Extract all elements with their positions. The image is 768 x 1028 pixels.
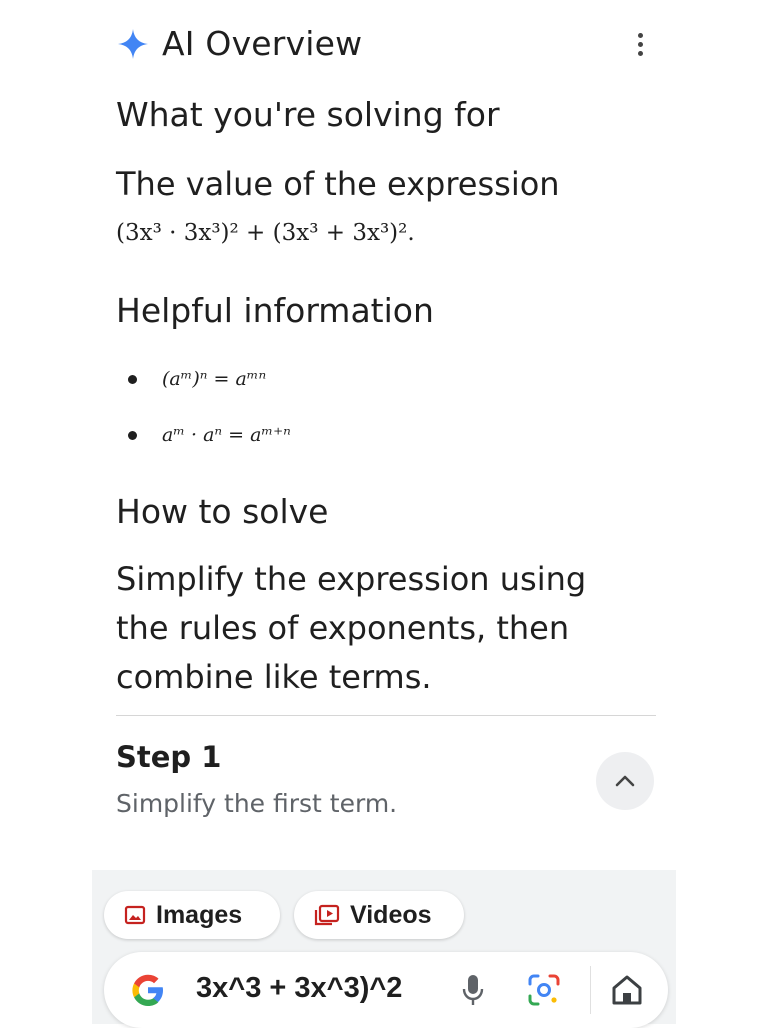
solving-heading: What you're solving for xyxy=(116,95,500,134)
how-text-line-1: Simplify the expression using xyxy=(116,560,587,598)
chevron-up-icon xyxy=(615,775,635,787)
search-query[interactable]: 3x^3 + 3x^3)^2 xyxy=(196,972,402,1005)
rule-power-of-power: (aᵐ)ⁿ = aᵐⁿ xyxy=(162,368,267,390)
videos-chip-label: Videos xyxy=(350,900,432,929)
list-item: aᵐ · aⁿ = aᵐ⁺ⁿ xyxy=(128,424,291,446)
mic-icon[interactable] xyxy=(458,972,488,1008)
solving-text: The value of the expression xyxy=(116,165,560,203)
more-vert-icon[interactable] xyxy=(626,28,654,60)
rule-product: aᵐ · aⁿ = aᵐ⁺ⁿ xyxy=(162,424,291,446)
images-icon xyxy=(124,905,146,925)
how-text-line-2: the rules of exponents, then xyxy=(116,609,570,647)
divider xyxy=(116,715,656,716)
step-description: Simplify the first term. xyxy=(116,789,398,818)
how-text-line-3: combine like terms. xyxy=(116,658,432,696)
videos-chip[interactable]: Videos xyxy=(294,891,464,939)
separator xyxy=(590,966,591,1014)
videos-icon xyxy=(314,904,340,926)
ai-overview-header: AI Overview xyxy=(116,24,362,63)
ai-overview-title: AI Overview xyxy=(162,24,363,63)
bullet-dot xyxy=(128,430,137,440)
lens-icon[interactable] xyxy=(524,970,564,1010)
search-bar[interactable]: 3x^3 + 3x^3)^2 xyxy=(104,952,668,1028)
google-logo-icon xyxy=(132,974,163,1006)
step-title: Step 1 xyxy=(116,740,222,774)
helpful-heading: Helpful information xyxy=(116,291,434,330)
collapse-step-button[interactable] xyxy=(596,752,654,810)
images-chip[interactable]: Images xyxy=(104,891,280,939)
how-heading: How to solve xyxy=(116,492,329,531)
home-icon[interactable] xyxy=(608,970,646,1010)
spark-icon xyxy=(118,28,148,59)
list-item: (aᵐ)ⁿ = aᵐⁿ xyxy=(128,368,266,390)
images-chip-label: Images xyxy=(156,900,243,929)
expression: (3x³ · 3x³)² + (3x³ + 3x³)². xyxy=(116,220,415,246)
bullet-dot xyxy=(128,374,137,384)
